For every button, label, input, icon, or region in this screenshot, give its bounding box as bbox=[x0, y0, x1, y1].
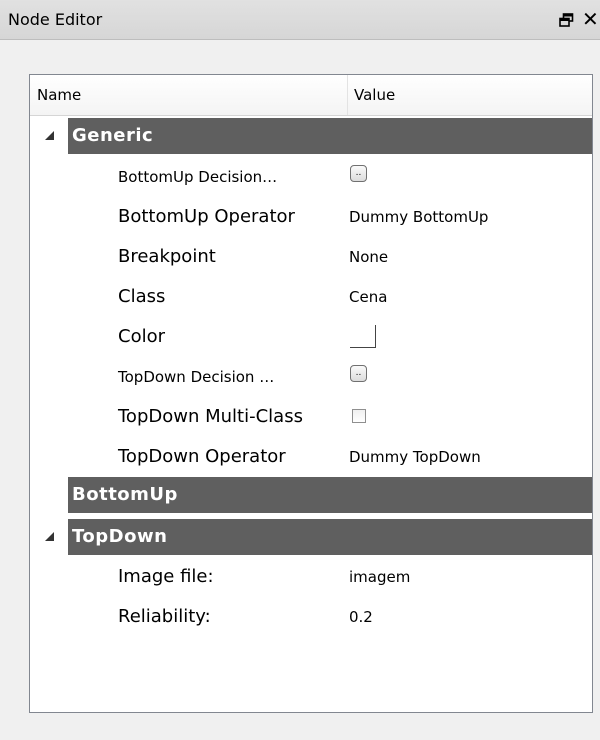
category-label: TopDown bbox=[72, 526, 168, 547]
expand-triangle-icon[interactable] bbox=[45, 131, 54, 140]
ellipsis-button[interactable]: .. bbox=[350, 365, 367, 382]
property-name: TopDown Operator bbox=[118, 446, 286, 467]
property-name: Color bbox=[118, 326, 165, 347]
property-name: Reliability: bbox=[118, 606, 211, 627]
property-value[interactable]: None bbox=[349, 237, 388, 277]
category-topdown[interactable]: TopDown bbox=[30, 519, 592, 555]
property-grid: Name Value Generic BottomUp Decision… ..… bbox=[29, 74, 593, 713]
category-bottomup[interactable]: BottomUp bbox=[30, 477, 592, 513]
property-row-class[interactable]: Class Cena bbox=[30, 277, 592, 317]
property-value[interactable]: imagem bbox=[349, 557, 410, 597]
property-row-color[interactable]: Color bbox=[30, 317, 592, 357]
multiclass-checkbox[interactable] bbox=[352, 409, 366, 423]
property-value[interactable]: Dummy BottomUp bbox=[349, 197, 488, 237]
property-name: TopDown Decision … bbox=[118, 368, 275, 386]
property-row-breakpoint[interactable]: Breakpoint None bbox=[30, 237, 592, 277]
column-header-value[interactable]: Value bbox=[348, 75, 592, 115]
title-bar: Node Editor ✕ bbox=[0, 0, 600, 40]
property-name: Image file: bbox=[118, 566, 214, 587]
float-window-icon[interactable] bbox=[559, 13, 574, 27]
column-header-name[interactable]: Name bbox=[30, 75, 348, 115]
category-label: BottomUp bbox=[72, 484, 178, 505]
property-name: Class bbox=[118, 286, 166, 307]
property-row-topdown-operator[interactable]: TopDown Operator Dummy TopDown bbox=[30, 437, 592, 477]
expand-triangle-icon[interactable] bbox=[45, 532, 54, 541]
property-value[interactable]: Cena bbox=[349, 277, 387, 317]
property-name: TopDown Multi-Class bbox=[118, 406, 303, 427]
property-name: BottomUp Decision… bbox=[118, 168, 278, 186]
property-row-bottomup-operator[interactable]: BottomUp Operator Dummy BottomUp bbox=[30, 197, 592, 237]
property-name: BottomUp Operator bbox=[118, 206, 295, 227]
category-margin bbox=[30, 477, 68, 513]
ellipsis-button[interactable]: .. bbox=[350, 165, 367, 182]
property-name: Breakpoint bbox=[118, 246, 216, 267]
property-row-topdown-decision[interactable]: TopDown Decision … .. bbox=[30, 357, 592, 397]
property-value[interactable]: Dummy TopDown bbox=[349, 437, 481, 477]
property-row-image-file[interactable]: Image file: imagem bbox=[30, 557, 592, 597]
property-row-reliability[interactable]: Reliability: 0.2 bbox=[30, 597, 592, 637]
category-label: Generic bbox=[72, 125, 154, 146]
window-title: Node Editor bbox=[8, 10, 103, 29]
property-value[interactable]: 0.2 bbox=[349, 597, 373, 637]
grid-header: Name Value bbox=[30, 75, 592, 116]
category-generic[interactable]: Generic bbox=[30, 118, 592, 154]
close-icon[interactable]: ✕ bbox=[582, 8, 599, 30]
color-swatch[interactable] bbox=[350, 325, 376, 348]
property-row-bottomup-decision[interactable]: BottomUp Decision… .. bbox=[30, 157, 592, 197]
property-row-topdown-multiclass[interactable]: TopDown Multi-Class bbox=[30, 397, 592, 437]
